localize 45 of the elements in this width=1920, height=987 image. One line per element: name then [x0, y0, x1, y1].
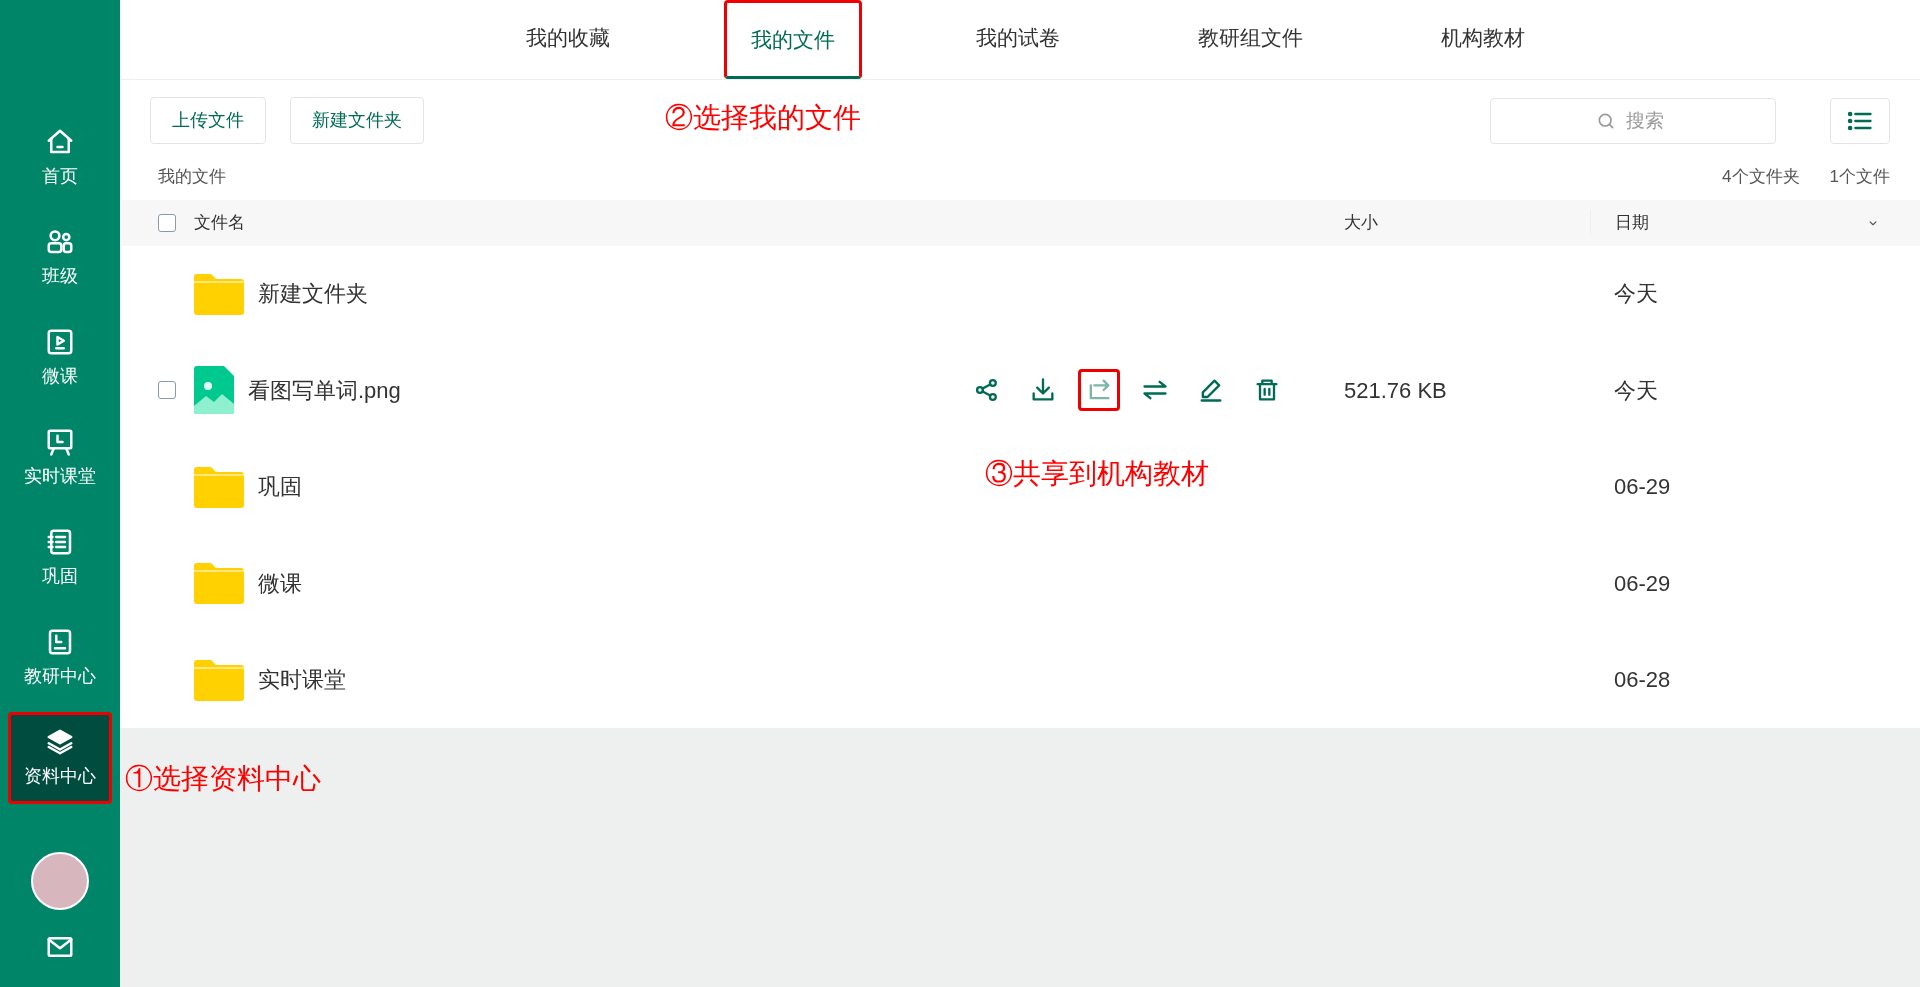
- sidebar-item[interactable]: 微课: [8, 312, 112, 404]
- sidebar-item[interactable]: 首页: [8, 112, 112, 204]
- file-date: 今天: [1614, 280, 1658, 309]
- file-date: 今天: [1614, 376, 1658, 405]
- image-file-icon: [194, 366, 234, 415]
- item-count: 1个文件: [1829, 166, 1890, 188]
- sidebar-item[interactable]: 实时课堂: [8, 412, 112, 504]
- folder-icon: [194, 272, 244, 315]
- tab[interactable]: 教研组文件: [1173, 0, 1327, 79]
- folder-icon: [194, 562, 244, 605]
- file-size: 521.76 KB: [1344, 377, 1447, 403]
- list-view-button[interactable]: [1830, 97, 1890, 144]
- sidebar-item[interactable]: 巩固: [8, 512, 112, 604]
- annotation-text: ②选择我的文件: [665, 101, 861, 135]
- search-field[interactable]: 搜索: [1490, 97, 1776, 144]
- file-date: 06-29: [1614, 473, 1671, 502]
- file-name[interactable]: 实时课堂: [258, 663, 346, 697]
- forward-button[interactable]: [1078, 369, 1120, 412]
- file-name[interactable]: 巩固: [258, 470, 302, 504]
- annotation-text: ③共享到机构教材: [985, 457, 1209, 491]
- column-header: 文件名: [194, 211, 245, 234]
- sidebar-item[interactable]: 班级: [8, 212, 112, 304]
- file-name[interactable]: 新建文件夹: [258, 277, 368, 311]
- folder-icon: [194, 658, 244, 701]
- avatar-placeholder[interactable]: [31, 852, 89, 910]
- sidebar-item[interactable]: 资料中心: [8, 712, 112, 804]
- toolbar-button[interactable]: 上传文件: [150, 97, 266, 144]
- checkbox[interactable]: [158, 381, 176, 400]
- tab[interactable]: 我的试卷: [951, 0, 1084, 79]
- file-date: 06-28: [1614, 666, 1671, 695]
- breadcrumb: 我的文件: [158, 166, 226, 188]
- folder-icon: [194, 465, 244, 508]
- tab[interactable]: 我的收藏: [501, 0, 634, 79]
- item-count: 4个文件夹: [1722, 166, 1800, 188]
- checkbox[interactable]: [158, 213, 176, 232]
- tab[interactable]: 我的文件: [723, 0, 862, 79]
- column-header: 日期: [1615, 211, 1649, 234]
- file-name[interactable]: 微课: [258, 566, 302, 600]
- annotation-text: ①选择资料中心: [125, 762, 321, 796]
- tab[interactable]: 机构教材: [1416, 0, 1549, 79]
- column-header: 大小: [1344, 212, 1378, 232]
- file-date: 06-29: [1614, 569, 1671, 598]
- sidebar-item[interactable]: 教研中心: [8, 612, 112, 704]
- file-name[interactable]: 看图写单词.png: [248, 373, 401, 407]
- toolbar-button[interactable]: 新建文件夹: [290, 97, 424, 144]
